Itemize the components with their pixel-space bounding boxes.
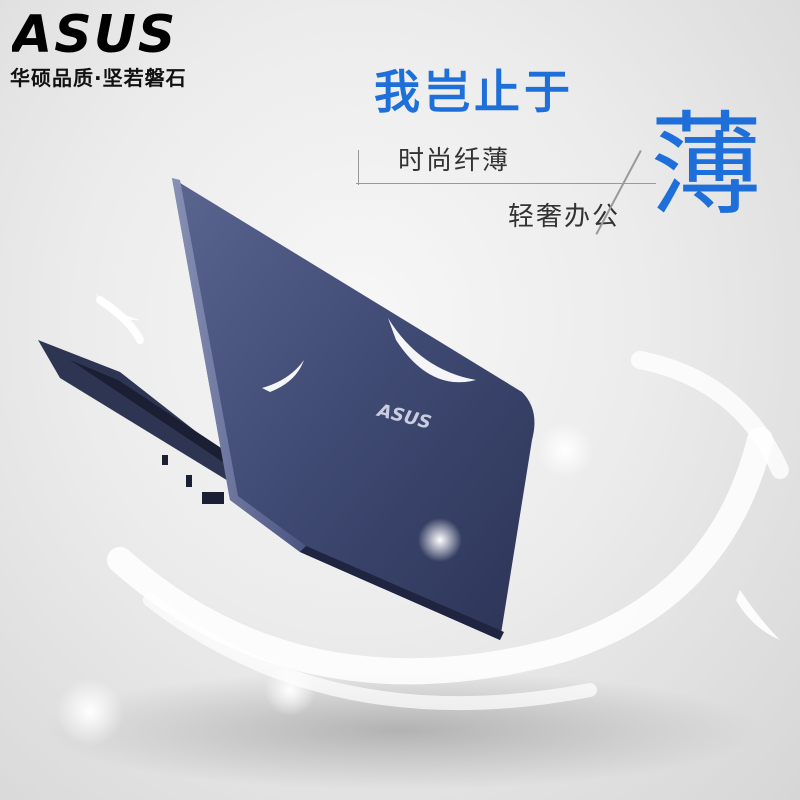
port-usb — [202, 492, 224, 504]
port-audio — [162, 455, 168, 465]
port-usb-c — [186, 475, 192, 487]
product-scene: ASUS — [38, 178, 789, 790]
floor-shadow — [40, 670, 760, 790]
